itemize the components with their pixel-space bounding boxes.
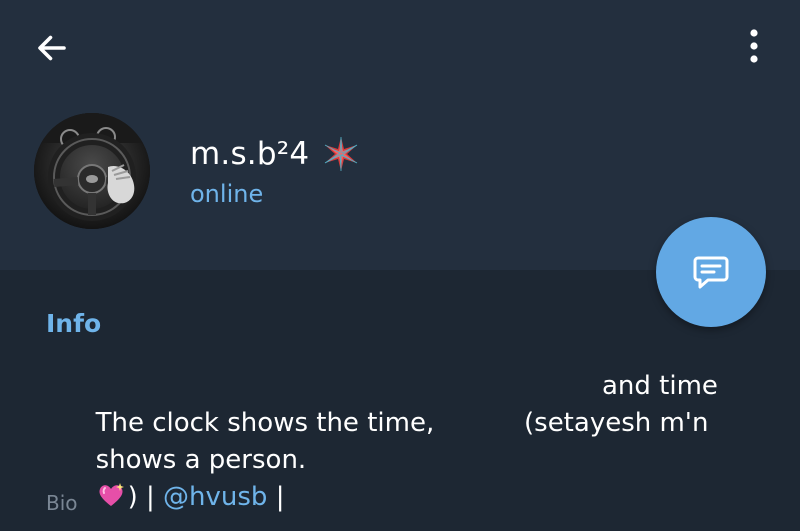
bio-label: Bio bbox=[46, 491, 78, 515]
bio-line-2-right: (setayesh m'n bbox=[524, 408, 709, 438]
bio-line: ) | @hvusb | bbox=[46, 442, 746, 512]
steering-wheel-photo bbox=[34, 113, 150, 229]
info-section-title: Info bbox=[46, 309, 102, 338]
more-menu-button[interactable] bbox=[736, 26, 772, 66]
back-button[interactable] bbox=[30, 26, 74, 70]
profile-screen: m.s.b²4 online Info The clock shows the … bbox=[0, 0, 800, 531]
bio-line-3-after: | bbox=[267, 482, 285, 512]
message-icon bbox=[693, 256, 729, 289]
bio-text: The clock shows the time, and time shows… bbox=[46, 368, 746, 512]
avatar[interactable] bbox=[34, 113, 150, 229]
send-message-button[interactable] bbox=[656, 217, 766, 327]
username-mention-link[interactable]: @hvusb bbox=[163, 482, 267, 512]
arrow-left-icon bbox=[38, 35, 66, 61]
red-star-emoji bbox=[325, 136, 358, 172]
profile-name: m.s.b²4 bbox=[190, 136, 310, 172]
bio-line-1-right: and time bbox=[602, 371, 718, 401]
online-status: online bbox=[190, 180, 264, 208]
more-vertical-icon bbox=[750, 29, 758, 63]
sparkling-heart-emoji bbox=[99, 483, 124, 506]
bio-line: The clock shows the time, and time bbox=[46, 368, 746, 438]
bio-line: shows a person. (setayesh m'n bbox=[46, 405, 746, 475]
bio-line-3-before: ) | bbox=[127, 482, 164, 512]
profile-name-row: m.s.b²4 bbox=[190, 132, 359, 176]
